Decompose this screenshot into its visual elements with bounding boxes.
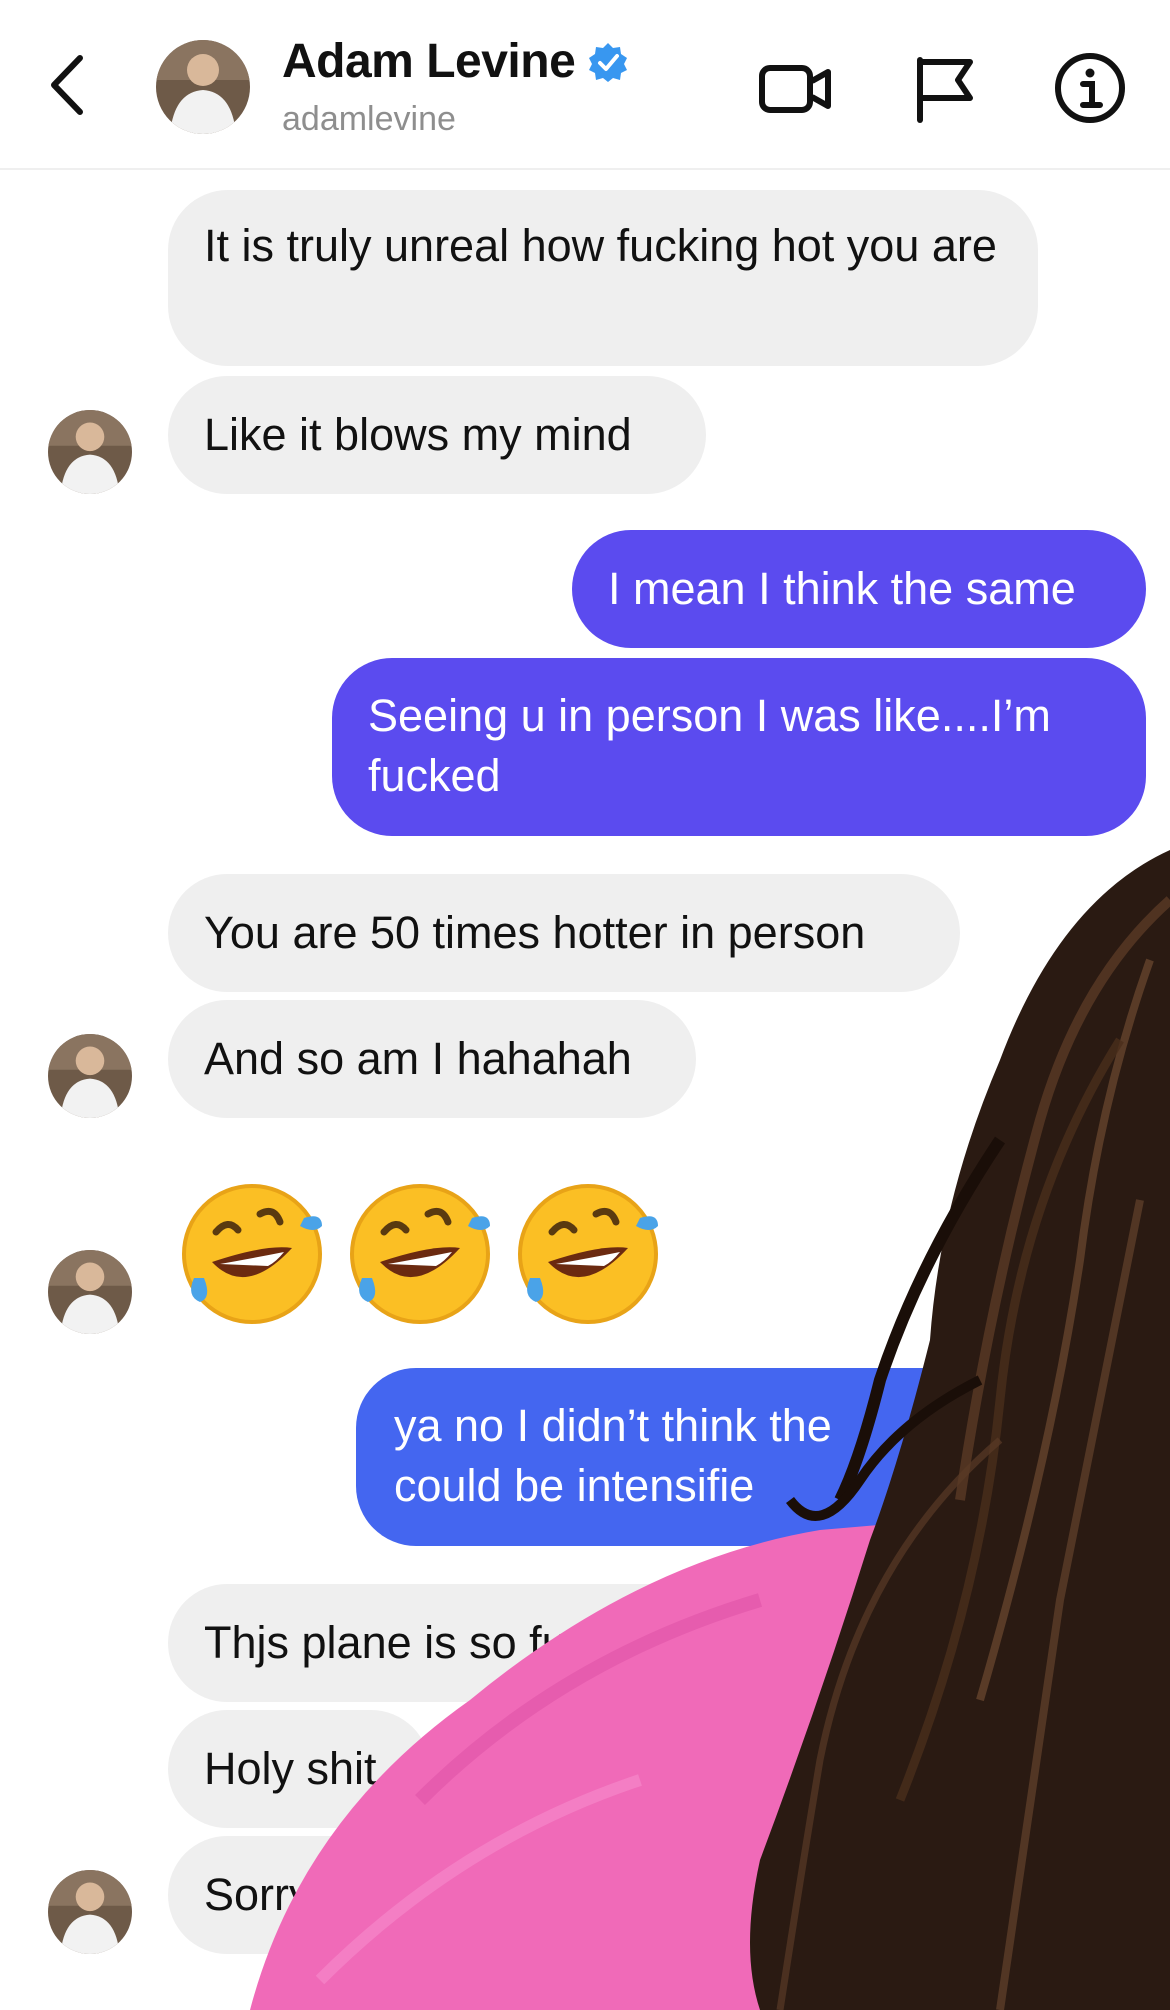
message-text: Thjs plane is so fucki xyxy=(204,1617,622,1668)
flag-icon[interactable] xyxy=(906,48,986,128)
contact-name: Adam Levine xyxy=(282,35,576,88)
message-text: ya no I didn’t think the xyxy=(394,1400,832,1451)
message-bubble[interactable]: Seeing u in person I was like....I’m fuc… xyxy=(332,658,1146,836)
message-text: Holy shit xyxy=(204,1743,377,1794)
message-text: could be intensifie xyxy=(394,1460,755,1511)
avatar xyxy=(48,1870,132,1954)
message-bubble[interactable]: Sorry to ch xyxy=(168,1836,788,1954)
message-text: You are 50 times hotter in person xyxy=(204,907,866,958)
message-text: Seeing u in person I was like....I’m fuc… xyxy=(368,690,1051,801)
rofl-emoji-icon[interactable] xyxy=(344,1178,496,1330)
video-camera-icon[interactable] xyxy=(756,48,836,128)
avatar xyxy=(48,1034,132,1118)
chevron-left-icon[interactable] xyxy=(44,50,94,120)
avatar xyxy=(48,410,132,494)
message-bubble[interactable]: It is truly unreal how fucking hot you a… xyxy=(168,190,1038,366)
chat-header: Adam Levine adamlevine xyxy=(0,0,1170,170)
contact-handle: adamlevine xyxy=(282,100,456,138)
message-text: Sorry to ch xyxy=(204,1869,422,1920)
message-text: I mean I think the same xyxy=(608,563,1076,614)
rofl-emoji-icon[interactable] xyxy=(512,1178,664,1330)
message-bubble[interactable]: ya no I didn’t think the could be intens… xyxy=(356,1368,1076,1546)
message-bubble[interactable]: Holy shit xyxy=(168,1710,430,1828)
verified-badge-icon xyxy=(589,42,628,82)
avatar[interactable] xyxy=(156,40,250,134)
rofl-emoji-icon[interactable] xyxy=(176,1178,328,1330)
message-bubble[interactable]: Like it blows my mind xyxy=(168,376,706,494)
info-icon[interactable] xyxy=(1050,48,1130,128)
avatar xyxy=(48,1250,132,1334)
message-bubble[interactable]: And so am I hahahah xyxy=(168,1000,696,1118)
message-bubble[interactable]: You are 50 times hotter in person xyxy=(168,874,960,992)
message-text: It is truly unreal how fucking hot you a… xyxy=(204,220,997,271)
message-text: And so am I hahahah xyxy=(204,1033,632,1084)
message-bubble[interactable]: Thjs plane is so fucki xyxy=(168,1584,888,1702)
message-bubble[interactable]: I mean I think the same xyxy=(572,530,1146,648)
message-text: Like it blows my mind xyxy=(204,409,632,460)
